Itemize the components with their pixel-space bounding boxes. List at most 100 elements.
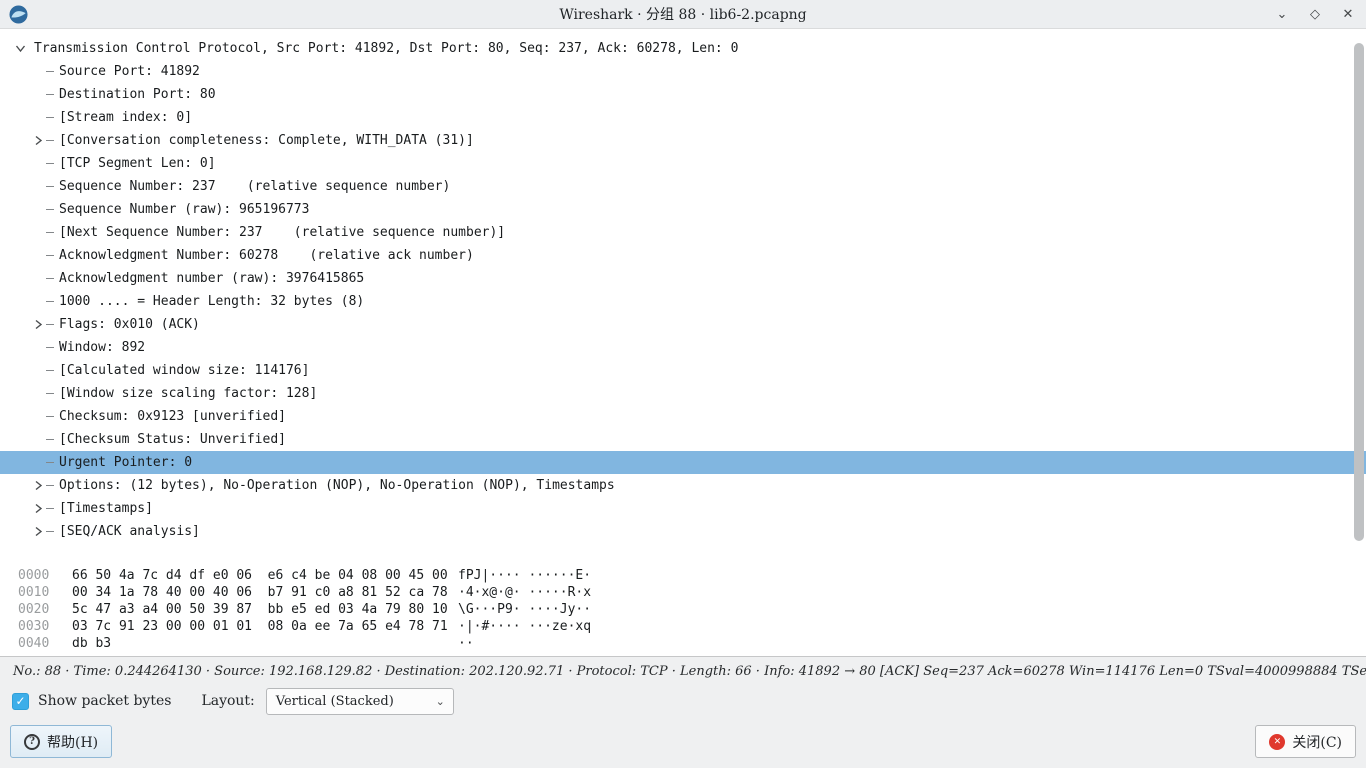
hex-row[interactable]: 0030 03 7c 91 23 00 00 01 01 08 0a ee 7a…	[18, 618, 1366, 635]
hex-rows: 0000 66 50 4a 7c d4 df e0 06 e6 c4 be 04…	[18, 567, 1366, 652]
tree-item-label: [SEQ/ACK analysis]	[59, 524, 200, 539]
tree-children: Source Port: 41892 Destination Port: 80 …	[0, 60, 1366, 543]
hex-ascii: ··	[458, 636, 474, 651]
tree-item[interactable]: Options: (12 bytes), No-Operation (NOP),…	[0, 474, 1366, 497]
help-button[interactable]: ? 帮助(H)	[10, 725, 112, 758]
tree-branch-tick	[46, 462, 54, 463]
hex-ascii: ·4·x@·@· ·····R·x	[458, 585, 591, 600]
tree-item-label: Options: (12 bytes), No-Operation (NOP),…	[59, 478, 615, 493]
hex-offset: 0000	[18, 568, 52, 583]
tree-branch-tick	[46, 140, 54, 141]
layout-selected-value: Vertical (Stacked)	[276, 694, 394, 709]
dialog-controls-row: ✓ Show packet bytes Layout: Vertical (St…	[0, 685, 1366, 717]
hex-offset: 0020	[18, 602, 52, 617]
tree-item-label: Destination Port: 80	[59, 87, 216, 102]
tree-item[interactable]: Sequence Number (raw): 965196773	[0, 198, 1366, 221]
tree-item-label: [TCP Segment Len: 0]	[59, 156, 216, 171]
chevron-down-icon: ⌄	[436, 695, 445, 708]
tree-item-label: Flags: 0x010 (ACK)	[59, 317, 200, 332]
show-packet-bytes-label[interactable]: Show packet bytes	[38, 693, 171, 709]
close-button-label: 关闭(C)	[1292, 732, 1342, 752]
tree-item-label: [Window size scaling factor: 128]	[59, 386, 317, 401]
tree-branch-tick	[46, 370, 54, 371]
tree-branch-tick	[46, 278, 54, 279]
scrollbar-thumb[interactable]	[1354, 43, 1364, 541]
close-circle-icon: ✕	[1269, 734, 1285, 750]
dialog-button-row: ? 帮助(H) ✕ 关闭(C)	[0, 717, 1366, 768]
tree-item-label: [Conversation completeness: Complete, WI…	[59, 133, 474, 148]
tree-branch-tick	[46, 439, 54, 440]
hex-offset: 0030	[18, 619, 52, 634]
tree-item[interactable]: Acknowledgment Number: 60278 (relative a…	[0, 244, 1366, 267]
tree-root-item[interactable]: Transmission Control Protocol, Src Port:…	[0, 37, 1366, 60]
tree-branch-tick	[46, 393, 54, 394]
hex-row[interactable]: 0000 66 50 4a 7c d4 df e0 06 e6 c4 be 04…	[18, 567, 1366, 584]
chevron-right-icon[interactable]	[32, 135, 44, 146]
tree-branch-tick	[46, 163, 54, 164]
hex-row[interactable]: 0040 db b3 ··	[18, 635, 1366, 652]
chevron-right-icon[interactable]	[32, 503, 44, 514]
tree-item[interactable]: [Window size scaling factor: 128]	[0, 382, 1366, 405]
tree-branch-tick	[46, 485, 54, 486]
tree-item[interactable]: Source Port: 41892	[0, 60, 1366, 83]
chevron-right-icon[interactable]	[32, 480, 44, 491]
tree-item[interactable]: [Calculated window size: 114176]	[0, 359, 1366, 382]
tree-item[interactable]: Checksum: 0x9123 [unverified]	[0, 405, 1366, 428]
tree-item[interactable]: [Timestamps]	[0, 497, 1366, 520]
tree-item[interactable]: [Checksum Status: Unverified]	[0, 428, 1366, 451]
tree-item-label: Sequence Number: 237 (relative sequence …	[59, 179, 450, 194]
tree-item-label: Acknowledgment number (raw): 3976415865	[59, 271, 364, 286]
show-packet-bytes-checkbox[interactable]: ✓	[12, 693, 29, 710]
hex-bytes: 5c 47 a3 a4 00 50 39 87 bb e5 ed 03 4a 7…	[72, 602, 458, 617]
tree-branch-tick	[46, 416, 54, 417]
tree-branch-tick	[46, 117, 54, 118]
tree-item[interactable]: [Next Sequence Number: 237 (relative seq…	[0, 221, 1366, 244]
window-title: Wireshark · 分组 88 · lib6-2.pcapng	[0, 4, 1366, 24]
tree-item[interactable]: Acknowledgment number (raw): 3976415865	[0, 267, 1366, 290]
hex-bytes: db b3	[72, 636, 458, 651]
chevron-right-icon[interactable]	[32, 319, 44, 330]
tree-branch-tick	[46, 94, 54, 95]
checkmark-icon: ✓	[15, 694, 25, 708]
packet-detail-tree[interactable]: Transmission Control Protocol, Src Port:…	[0, 29, 1366, 558]
tree-item-label: [Next Sequence Number: 237 (relative seq…	[59, 225, 505, 240]
tree-item-label: Sequence Number (raw): 965196773	[59, 202, 309, 217]
tree-item[interactable]: [Conversation completeness: Complete, WI…	[0, 129, 1366, 152]
tree-item[interactable]: Urgent Pointer: 0	[0, 451, 1366, 474]
help-icon: ?	[24, 734, 40, 750]
tree-item-label: [Timestamps]	[59, 501, 153, 516]
close-icon[interactable]: ✕	[1340, 7, 1356, 23]
layout-select[interactable]: Vertical (Stacked) ⌄	[266, 688, 454, 715]
vertical-scrollbar[interactable]	[1354, 35, 1364, 549]
tree-item[interactable]: Flags: 0x010 (ACK)	[0, 313, 1366, 336]
tree-branch-tick	[46, 255, 54, 256]
layout-label: Layout:	[201, 693, 254, 709]
tree-item[interactable]: Destination Port: 80	[0, 83, 1366, 106]
titlebar[interactable]: Wireshark · 分组 88 · lib6-2.pcapng ⌄ ◇ ✕	[0, 0, 1366, 29]
tree-item[interactable]: Sequence Number: 237 (relative sequence …	[0, 175, 1366, 198]
tree-item[interactable]: 1000 .... = Header Length: 32 bytes (8)	[0, 290, 1366, 313]
chevron-right-icon[interactable]	[32, 526, 44, 537]
tree-item-label: Acknowledgment Number: 60278 (relative a…	[59, 248, 474, 263]
tree-item-label: 1000 .... = Header Length: 32 bytes (8)	[59, 294, 364, 309]
hex-bytes: 00 34 1a 78 40 00 40 06 b7 91 c0 a8 81 5…	[72, 585, 458, 600]
minimize-icon[interactable]: ⌄	[1274, 7, 1290, 23]
tree-item-label: Checksum: 0x9123 [unverified]	[59, 409, 286, 424]
hex-row[interactable]: 0010 00 34 1a 78 40 00 40 06 b7 91 c0 a8…	[18, 584, 1366, 601]
hex-ascii: fPJ|···· ······E·	[458, 568, 591, 583]
tree-item[interactable]: [SEQ/ACK analysis]	[0, 520, 1366, 543]
tree-branch-tick	[46, 232, 54, 233]
tree-item[interactable]: Window: 892	[0, 336, 1366, 359]
hex-bytes: 66 50 4a 7c d4 df e0 06 e6 c4 be 04 08 0…	[72, 568, 458, 583]
tree-item[interactable]: [Stream index: 0]	[0, 106, 1366, 129]
tree-item-label: Source Port: 41892	[59, 64, 200, 79]
packet-bytes-pane[interactable]: 0000 66 50 4a 7c d4 df e0 06 e6 c4 be 04…	[0, 558, 1366, 656]
tree-branch-tick	[46, 347, 54, 348]
tree-item[interactable]: [TCP Segment Len: 0]	[0, 152, 1366, 175]
hex-row[interactable]: 0020 5c 47 a3 a4 00 50 39 87 bb e5 ed 03…	[18, 601, 1366, 618]
chevron-down-icon[interactable]	[14, 44, 26, 53]
tree-item-label: Urgent Pointer: 0	[59, 455, 192, 470]
maximize-icon[interactable]: ◇	[1307, 7, 1323, 23]
tree-branch-tick	[46, 324, 54, 325]
close-button[interactable]: ✕ 关闭(C)	[1255, 725, 1356, 758]
